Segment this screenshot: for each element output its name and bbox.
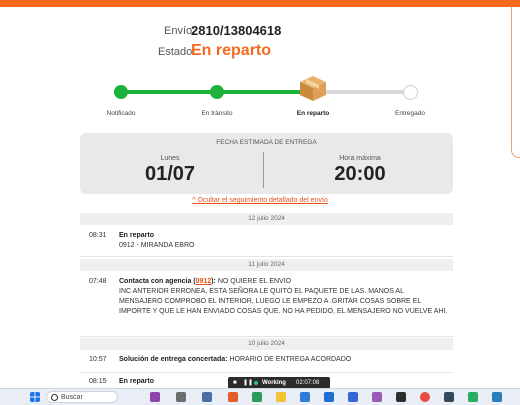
- estimate-title: FECHA ESTIMADA DE ENTREGA: [216, 139, 317, 146]
- estimated-delivery-card: FECHA ESTIMADA DE ENTREGA Lunes 01/07 Ho…: [80, 133, 453, 194]
- estimate-divider: [263, 152, 264, 188]
- search-text: Buscar: [61, 394, 83, 401]
- event-divider: [80, 372, 453, 373]
- event-title: En reparto: [119, 232, 155, 239]
- event-entry: En reparto 0912 - MIRANDA EBRO: [119, 231, 449, 251]
- event-time: 08:31: [89, 232, 107, 239]
- event-entry: Solución de entrega concertada: HORARIO …: [119, 355, 449, 365]
- brand-top-bar: [0, 0, 520, 7]
- event-detail: INC ANTERIOR ERRONEA, ESTA SEÑORA LE QUI…: [119, 288, 448, 315]
- estado-label: Estado:: [158, 46, 196, 58]
- app-icon[interactable]: [372, 392, 382, 402]
- event-time: 08:15: [89, 378, 107, 385]
- package-box-icon: [300, 76, 326, 101]
- event-time: 07:48: [89, 278, 107, 285]
- app-icon[interactable]: [492, 392, 502, 402]
- toggle-link-text: Ocultar el seguimiento detallado del env…: [197, 197, 328, 204]
- app-icon[interactable]: [252, 392, 262, 402]
- step-label-entregado: Entregado: [395, 110, 425, 117]
- event-divider: [80, 256, 453, 257]
- step-dot-en-transito: [210, 85, 224, 99]
- app-icon[interactable]: [202, 392, 212, 402]
- track-segment-done: [114, 90, 210, 94]
- estimate-day-name: Lunes: [160, 155, 180, 162]
- event-title: En reparto: [119, 378, 155, 385]
- track-segment-done: [210, 90, 306, 94]
- event-detail: HORARIO DE ENTREGA ACORDADO: [229, 356, 352, 363]
- folder-icon[interactable]: [276, 392, 286, 402]
- side-panel-edge: [511, 7, 520, 158]
- app-icon[interactable]: [324, 392, 334, 402]
- step-dot-notificado: [114, 85, 128, 99]
- event-time: 10:57: [89, 356, 107, 363]
- app-icon[interactable]: [300, 392, 310, 402]
- app-icon[interactable]: [150, 392, 160, 402]
- app-icon[interactable]: [176, 392, 186, 402]
- toggle-tracking-detail-link[interactable]: ^ Ocultar el seguimiento detallado del e…: [0, 197, 520, 204]
- step-label-en-transito: En tránsito: [201, 110, 233, 117]
- windows-start-icon[interactable]: [30, 392, 40, 402]
- step-label-notificado: Notificado: [106, 110, 136, 117]
- event-title: Contacta con agencia (: [119, 278, 196, 285]
- chrome-icon[interactable]: [420, 392, 430, 402]
- taskbar-search[interactable]: Buscar: [46, 391, 118, 403]
- app-icon[interactable]: [228, 392, 238, 402]
- event-title: Solución de entrega concertada:: [119, 356, 228, 363]
- app-icon[interactable]: [468, 392, 478, 402]
- status-dot-icon: [254, 381, 258, 385]
- app-icon[interactable]: [396, 392, 406, 402]
- envio-number: 2810/13804618: [191, 23, 282, 38]
- event-entry: Contacta con agencia (0912): NO QUIERE E…: [119, 277, 449, 317]
- date-separator: 12 julio 2024: [80, 213, 453, 225]
- agency-code-link[interactable]: 0912: [196, 278, 212, 285]
- search-icon: [51, 394, 58, 401]
- step-label-en-reparto: En reparto: [296, 110, 330, 117]
- app-icon[interactable]: [444, 392, 454, 402]
- track-segment-pending: [326, 90, 410, 94]
- estimate-time: 20:00: [334, 163, 386, 185]
- app-icon[interactable]: [348, 392, 358, 402]
- step-dot-entregado: [403, 85, 418, 100]
- estimate-time-label: Hora máxima: [339, 155, 381, 162]
- event-summary: NO QUIERE EL ENVIO: [217, 278, 292, 285]
- event-divider: [80, 336, 453, 337]
- event-detail: 0912 - MIRANDA EBRO: [119, 242, 195, 249]
- event-title-end: ):: [211, 278, 216, 285]
- progress-tracker: Notificado En tránsito En reparto Entreg…: [100, 76, 440, 125]
- os-taskbar: Buscar: [0, 388, 520, 405]
- date-separator: 11 julio 2024: [80, 259, 453, 271]
- estimate-date: 01/07: [144, 163, 196, 185]
- date-separator: 10 julio 2024: [80, 338, 453, 350]
- estado-value: En reparto: [191, 42, 272, 59]
